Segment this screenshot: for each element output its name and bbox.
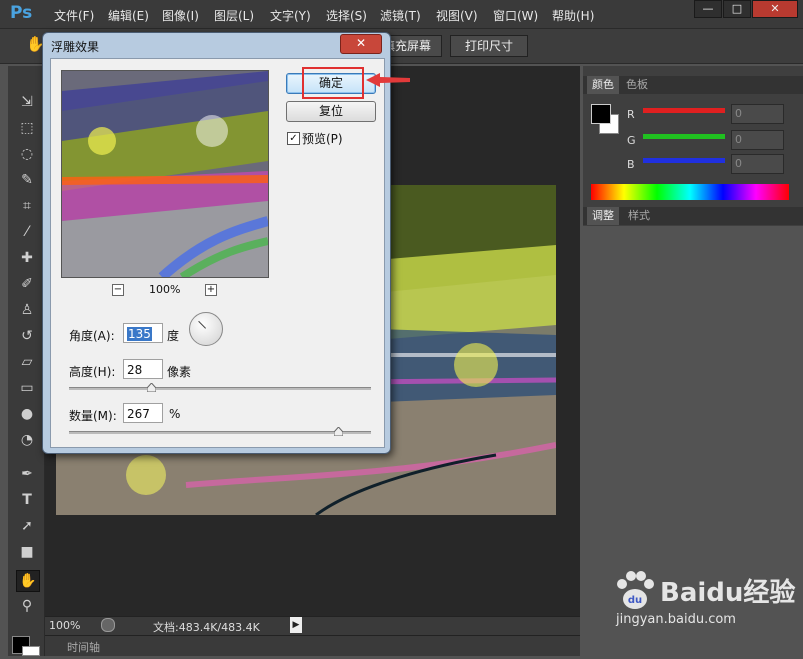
channel-b-track[interactable] bbox=[643, 158, 725, 163]
menu-type[interactable]: 文字(Y) bbox=[270, 7, 311, 24]
annotation-arrow-icon bbox=[366, 73, 410, 87]
angle-input[interactable]: 135 bbox=[123, 323, 163, 343]
panel-foreground-swatch-top[interactable] bbox=[591, 104, 611, 124]
menu-window[interactable]: 窗口(W) bbox=[493, 7, 538, 24]
svg-text:du: du bbox=[628, 595, 642, 606]
amount-slider-track[interactable] bbox=[69, 431, 371, 434]
minimize-button[interactable]: — bbox=[694, 0, 722, 18]
dodge-tool-icon[interactable]: ◔ bbox=[16, 430, 38, 450]
tab-styles[interactable]: 样式 bbox=[623, 207, 655, 225]
toolbox: ⇲ ⬚ ◌ ✎ ⌗ ⁄ ✚ ✐ ♙ ↺ ▱ ▭ ● ◔ ✒ T ➚ ■ ✋ ⚲ bbox=[8, 66, 45, 656]
channel-b-value[interactable]: 0 bbox=[731, 154, 784, 174]
zoom-tool-icon[interactable]: ⚲ bbox=[16, 596, 38, 616]
angle-unit: 度 bbox=[167, 329, 180, 343]
preview-thumbnail[interactable] bbox=[61, 70, 269, 278]
type-tool-icon[interactable]: T bbox=[16, 490, 38, 510]
channel-r-value[interactable]: 0 bbox=[731, 104, 784, 124]
menu-filter[interactable]: 滤镜(T) bbox=[380, 7, 421, 24]
amount-label: 数量(M): bbox=[69, 409, 117, 423]
dialog-body: − 100% + 确定 复位 ✓ 预览(P) 角度(A): 135 度 高度(H… bbox=[50, 58, 385, 448]
menu-select[interactable]: 选择(S) bbox=[326, 7, 367, 24]
menu-view[interactable]: 视图(V) bbox=[436, 7, 478, 24]
hand-tool-button-icon[interactable]: ✋ bbox=[16, 570, 40, 592]
path-select-tool-icon[interactable]: ➚ bbox=[16, 516, 38, 536]
watermark-logo: du Baidu经验 bbox=[612, 570, 795, 610]
channel-b-label: B bbox=[627, 158, 635, 171]
timeline-label[interactable]: 时间轴 bbox=[67, 639, 100, 655]
height-slider-thumb[interactable] bbox=[146, 381, 157, 393]
menu-layer[interactable]: 图层(L) bbox=[214, 7, 254, 24]
tab-adjustments[interactable]: 调整 bbox=[587, 207, 619, 225]
color-spectrum-ramp[interactable] bbox=[591, 184, 789, 200]
restore-button[interactable]: □ bbox=[723, 0, 751, 18]
amount-unit: % bbox=[169, 407, 181, 421]
zoom-out-button[interactable]: − bbox=[112, 284, 124, 296]
background-color-swatch[interactable] bbox=[22, 646, 40, 656]
dialog-close-button[interactable]: ✕ bbox=[340, 34, 382, 54]
move-tool-icon[interactable]: ⇲ bbox=[16, 92, 38, 112]
paw-icon: du bbox=[617, 571, 654, 609]
status-menu-arrow-icon[interactable]: ▶ bbox=[290, 617, 302, 633]
history-brush-tool-icon[interactable]: ↺ bbox=[16, 326, 38, 346]
height-unit: 像素 bbox=[167, 365, 192, 379]
eyedropper-tool-icon[interactable]: ⁄ bbox=[16, 222, 38, 242]
channel-g-track[interactable] bbox=[643, 134, 725, 139]
status-bar: 100% 文档:483.4K/483.4K ▶ bbox=[45, 616, 580, 635]
menu-help[interactable]: 帮助(H) bbox=[552, 7, 594, 24]
brush-tool-icon[interactable]: ✐ bbox=[16, 274, 38, 294]
photoshop-logo: Ps bbox=[10, 3, 33, 23]
angle-dial[interactable] bbox=[189, 312, 223, 346]
amount-slider-thumb[interactable] bbox=[333, 425, 344, 437]
status-info-icon[interactable] bbox=[101, 618, 115, 632]
close-window-button[interactable]: ✕ bbox=[752, 0, 798, 18]
reset-button[interactable]: 复位 bbox=[286, 101, 376, 122]
menu-bar: Ps 文件(F) 编辑(E) 图像(I) 图层(L) 文字(Y) 选择(S) 滤… bbox=[0, 0, 803, 29]
tab-color[interactable]: 颜色 bbox=[587, 76, 619, 94]
menu-file[interactable]: 文件(F) bbox=[54, 7, 94, 24]
preview-label: 预览(P) bbox=[302, 132, 343, 146]
zoom-in-button[interactable]: + bbox=[205, 284, 217, 296]
angle-label: 角度(A): bbox=[69, 329, 115, 343]
channel-g-label: G bbox=[627, 134, 636, 147]
eraser-tool-icon[interactable]: ▱ bbox=[16, 352, 38, 372]
watermark-url: jingyan.baidu.com bbox=[616, 612, 736, 627]
tab-swatches[interactable]: 色板 bbox=[621, 76, 653, 94]
menu-edit[interactable]: 编辑(E) bbox=[108, 7, 149, 24]
watermark-brand: Baidu经验 bbox=[660, 577, 796, 608]
angle-dial-needle bbox=[198, 320, 206, 329]
marquee-tool-icon[interactable]: ⬚ bbox=[16, 118, 38, 138]
amount-input[interactable]: 267 bbox=[123, 403, 163, 423]
angle-value-selected: 135 bbox=[127, 327, 152, 341]
healing-tool-icon[interactable]: ✚ bbox=[16, 248, 38, 268]
ok-highlight-box bbox=[302, 67, 364, 99]
zoom-level[interactable]: 100% bbox=[49, 619, 80, 632]
timeline-panel: 时间轴 bbox=[45, 635, 580, 656]
lasso-tool-icon[interactable]: ◌ bbox=[16, 144, 38, 164]
doc-size-info: 文档:483.4K/483.4K bbox=[153, 621, 260, 634]
channel-r-track[interactable] bbox=[643, 108, 725, 113]
channel-r-label: R bbox=[627, 108, 635, 121]
blur-tool-icon[interactable]: ● bbox=[16, 404, 38, 424]
stamp-tool-icon[interactable]: ♙ bbox=[16, 300, 38, 320]
print-size-button[interactable]: 打印尺寸 bbox=[450, 35, 528, 57]
quick-select-tool-icon[interactable]: ✎ bbox=[16, 170, 38, 190]
channel-g-value[interactable]: 0 bbox=[731, 130, 784, 150]
emboss-dialog: 浮雕效果 ✕ − 100% + 确定 复位 ✓ 预览(P) 角度(A): 135… bbox=[42, 32, 391, 454]
height-label: 高度(H): bbox=[69, 365, 116, 379]
baidu-watermark: du Baidu经验 jingyan.baidu.com bbox=[612, 570, 795, 627]
height-slider-track[interactable] bbox=[69, 387, 371, 390]
shape-tool-icon[interactable]: ■ bbox=[16, 542, 38, 562]
preview-zoom-level: 100% bbox=[149, 283, 181, 296]
dialog-title: 浮雕效果 bbox=[51, 40, 100, 54]
gradient-tool-icon[interactable]: ▭ bbox=[16, 378, 38, 398]
menu-image[interactable]: 图像(I) bbox=[162, 7, 199, 24]
preview-checkbox[interactable]: ✓ bbox=[287, 132, 300, 145]
height-input[interactable]: 28 bbox=[123, 359, 163, 379]
pen-tool-icon[interactable]: ✒ bbox=[16, 464, 38, 484]
crop-tool-icon[interactable]: ⌗ bbox=[16, 196, 38, 216]
